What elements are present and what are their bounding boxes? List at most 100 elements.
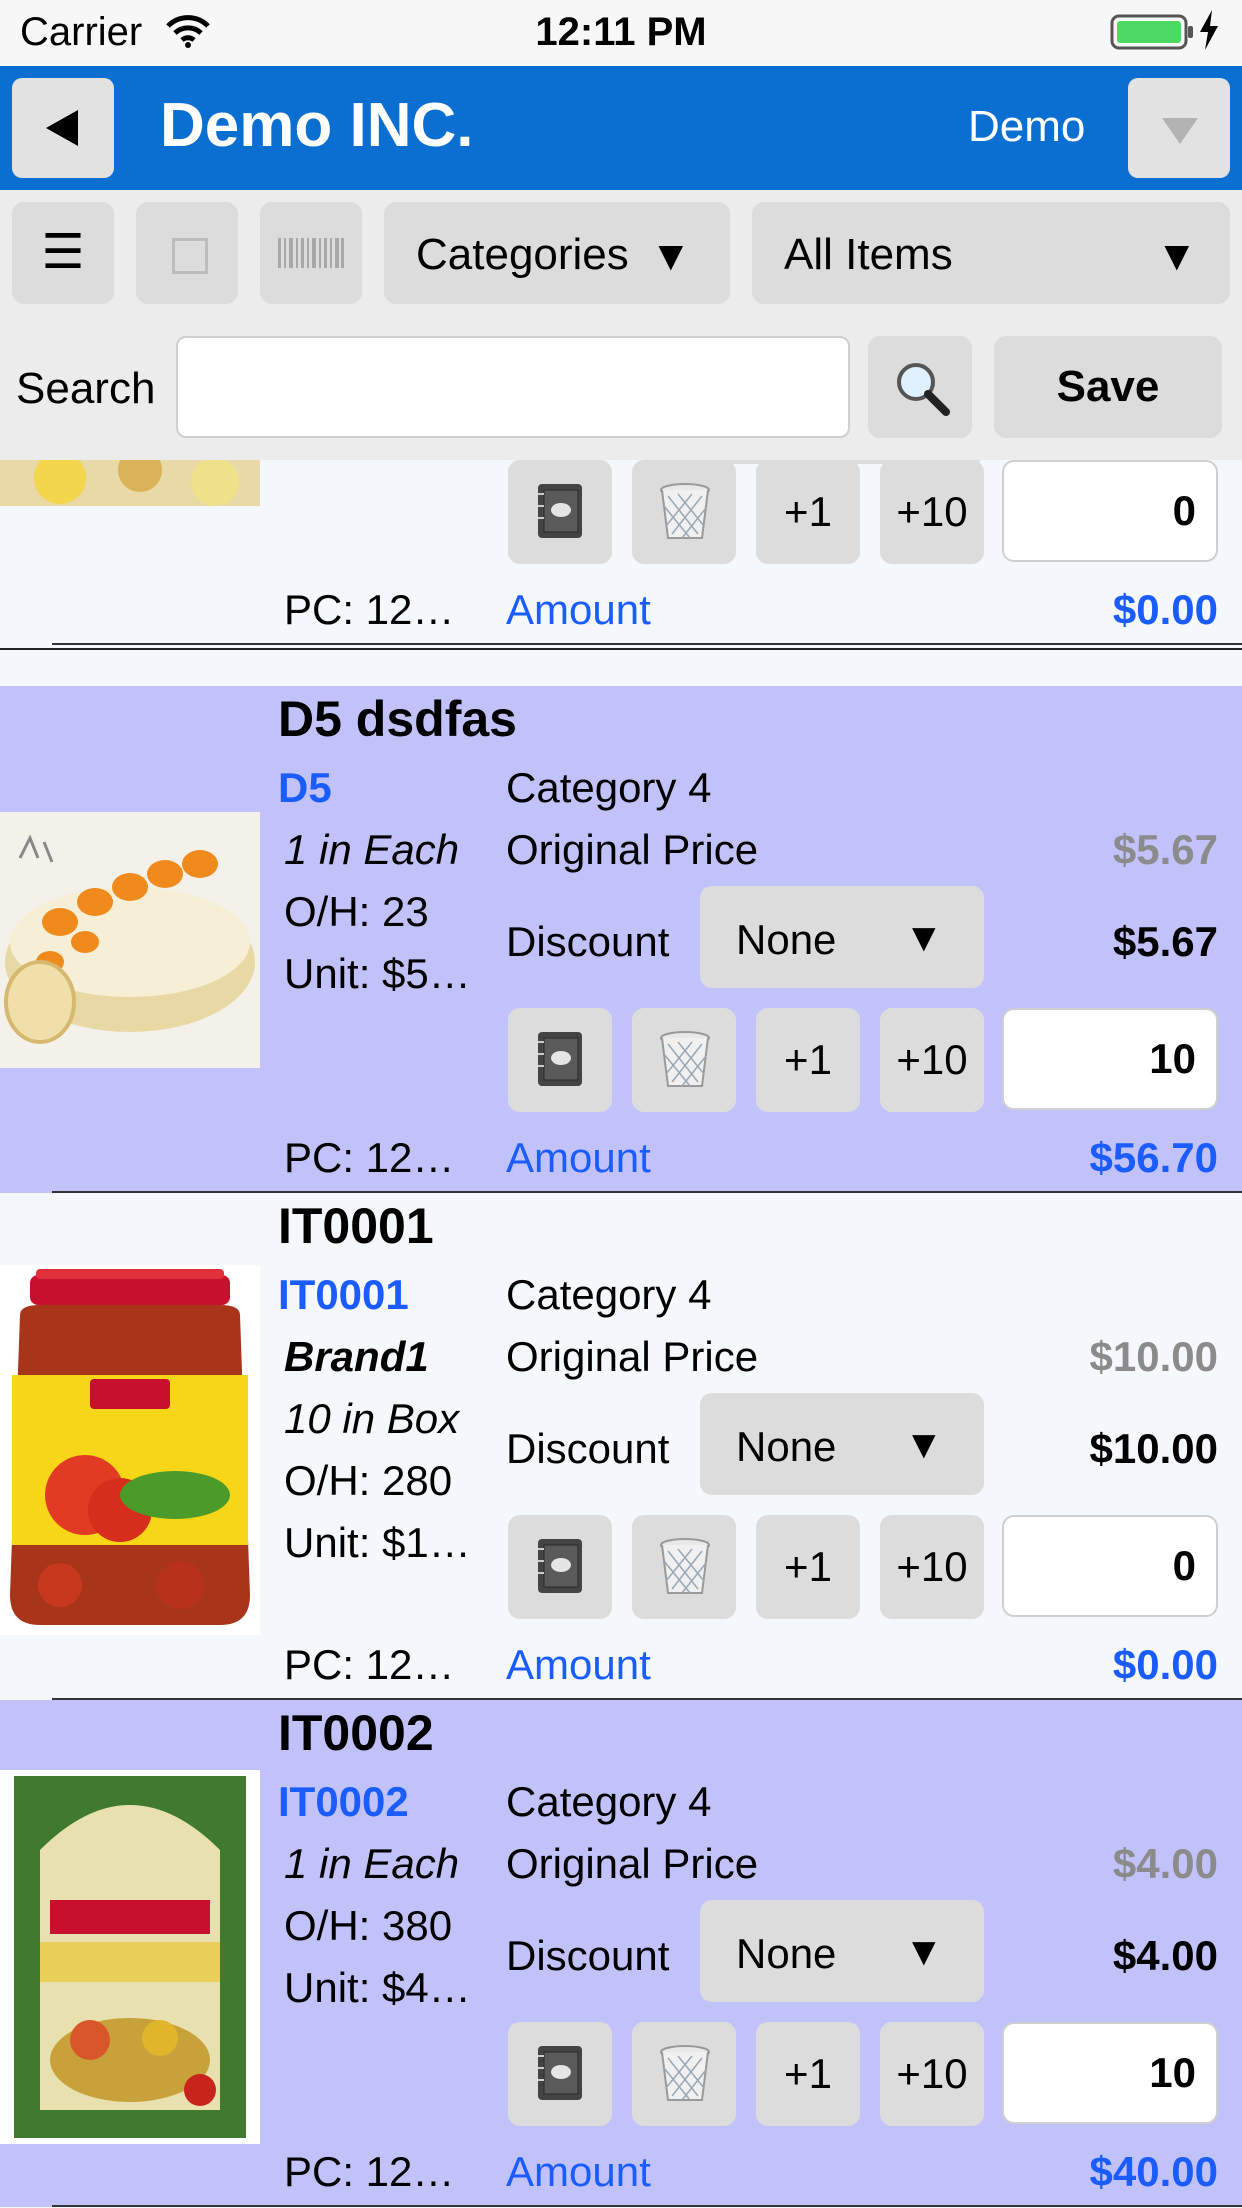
delete-button[interactable]	[632, 460, 736, 564]
quantity-field[interactable]: 10	[1002, 2022, 1218, 2124]
back-button[interactable]	[12, 78, 114, 178]
notes-button[interactable]	[508, 2022, 612, 2126]
add-one-button[interactable]: +1	[756, 460, 860, 564]
quantity-field[interactable]: 0	[1002, 1515, 1218, 1617]
notes-button[interactable]	[508, 1515, 612, 1619]
item-pack: 1 in Each	[284, 826, 460, 873]
divider	[52, 2205, 1242, 2207]
items-filter-dropdown[interactable]: All Items ▼	[752, 202, 1230, 304]
battery-icon	[1110, 14, 1194, 55]
item-on-hand: O/H: 380	[284, 1902, 453, 1949]
list-item[interactable]: D5 dsdfas D5 1 in Each O/H: 23 Unit: $5……	[0, 686, 1242, 1193]
user-menu-button[interactable]	[1128, 78, 1230, 178]
item-unit-price: Unit: $5…	[284, 950, 471, 997]
amount-label: Amount	[506, 1134, 651, 1181]
trash-icon	[660, 1538, 710, 1594]
add-ten-button[interactable]: +10	[880, 2022, 984, 2126]
user-name[interactable]: Demo	[968, 102, 1085, 152]
search-input[interactable]	[176, 336, 850, 438]
item-name: D5 dsdfas	[278, 691, 517, 747]
chevron-down-icon: ▼	[650, 232, 692, 279]
original-price-label: Original Price	[506, 1333, 759, 1380]
select-button[interactable]	[136, 202, 238, 304]
items-filter-label: All Items	[784, 230, 953, 279]
final-price: $10.00	[1089, 1425, 1218, 1472]
delete-button[interactable]	[632, 1008, 736, 1112]
add-ten-button[interactable]: +10	[880, 1515, 984, 1619]
quantity-field[interactable]: 0	[1002, 460, 1218, 562]
notes-button[interactable]	[508, 1008, 612, 1112]
items-list[interactable]: +1 +10 0 PC: 12… Amount $0.00 D5 dsdfas …	[0, 460, 1242, 2208]
add-ten-button[interactable]: +10	[880, 1008, 984, 1112]
item-category: Category 4	[506, 764, 712, 811]
item-category: Category 4	[506, 1271, 712, 1318]
barcode-button[interactable]	[260, 202, 362, 304]
add-one-button[interactable]: +1	[756, 2022, 860, 2126]
item-unit-price: Unit: $1…	[284, 1519, 471, 1566]
discount-select[interactable]: None ▼	[700, 1900, 984, 2002]
final-price: $5.67	[1112, 918, 1218, 965]
discount-value: None	[736, 1930, 837, 1977]
delete-button[interactable]	[632, 1515, 736, 1619]
item-pack: 1 in Each	[284, 1840, 460, 1887]
list-item[interactable]: +1 +10 0 PC: 12… Amount $0.00	[0, 460, 1242, 645]
discount-value: None	[736, 1423, 837, 1470]
list-item[interactable]: IT0002 IT0002 1 in Each O/H: 380 Unit: $…	[0, 1700, 1242, 2207]
categories-label: Categories	[416, 230, 629, 279]
back-arrow-icon	[46, 110, 78, 146]
discount-select[interactable]: None ▼	[700, 1393, 984, 1495]
product-image	[0, 812, 260, 1068]
amount-value: $0.00	[1112, 586, 1218, 633]
status-bar: Carrier 12:11 PM	[0, 0, 1242, 66]
product-image	[0, 1770, 260, 2144]
pc-label: PC: 12…	[284, 2148, 455, 2195]
trash-icon	[660, 2045, 710, 2101]
discount-select[interactable]: None ▼	[700, 886, 984, 988]
item-name: IT0002	[278, 1705, 434, 1761]
chevron-down-icon: ▼	[904, 916, 944, 960]
save-button[interactable]: Save	[994, 336, 1222, 438]
amount-label: Amount	[506, 586, 651, 633]
amount-label: Amount	[506, 2148, 651, 2195]
pc-label: PC: 12…	[284, 1134, 455, 1181]
chevron-down-icon: ▼	[904, 1423, 944, 1467]
item-category: Category 4	[506, 1778, 712, 1825]
page-title: Demo INC.	[160, 91, 474, 160]
divider	[52, 643, 1242, 645]
chevron-down-icon: ▼	[1156, 232, 1198, 279]
barcode-icon	[278, 238, 344, 268]
dropdown-icon	[1162, 118, 1198, 144]
discount-value: None	[736, 916, 837, 963]
list-view-button[interactable]: ☰	[12, 202, 114, 304]
notes-button[interactable]	[508, 460, 612, 564]
pc-label: PC: 12…	[284, 586, 455, 633]
final-price: $4.00	[1112, 1932, 1218, 1979]
add-one-button[interactable]: +1	[756, 1008, 860, 1112]
pc-label: PC: 12…	[284, 1641, 455, 1688]
discount-label: Discount	[506, 1932, 670, 1979]
item-code[interactable]: D5	[278, 764, 332, 812]
original-price: $5.67	[1112, 826, 1218, 873]
item-name: IT0001	[278, 1198, 434, 1254]
quantity-field[interactable]: 10	[1002, 1008, 1218, 1110]
categories-dropdown[interactable]: Categories ▼	[384, 202, 730, 304]
square-icon	[172, 238, 208, 274]
item-unit-price: Unit: $4…	[284, 1964, 471, 2011]
charging-icon	[1198, 10, 1220, 55]
search-button[interactable]	[868, 336, 972, 438]
status-time: 12:11 PM	[535, 10, 707, 54]
item-on-hand: O/H: 280	[284, 1457, 453, 1504]
notebook-icon	[538, 2046, 582, 2100]
add-one-button[interactable]: +1	[756, 1515, 860, 1619]
trash-icon	[660, 483, 710, 539]
item-code[interactable]: IT0002	[278, 1778, 409, 1826]
discount-label: Discount	[506, 918, 670, 965]
list-item[interactable]: IT0001 IT0001 Brand1 10 in Box O/H: 280 …	[0, 1193, 1242, 1700]
amount-value: $56.70	[1089, 1134, 1218, 1181]
original-price: $4.00	[1112, 1840, 1218, 1887]
item-pack: 10 in Box	[284, 1395, 460, 1442]
add-ten-button[interactable]: +10	[880, 460, 984, 564]
delete-button[interactable]	[632, 2022, 736, 2126]
notebook-icon	[538, 1539, 582, 1593]
item-code[interactable]: IT0001	[278, 1271, 409, 1319]
